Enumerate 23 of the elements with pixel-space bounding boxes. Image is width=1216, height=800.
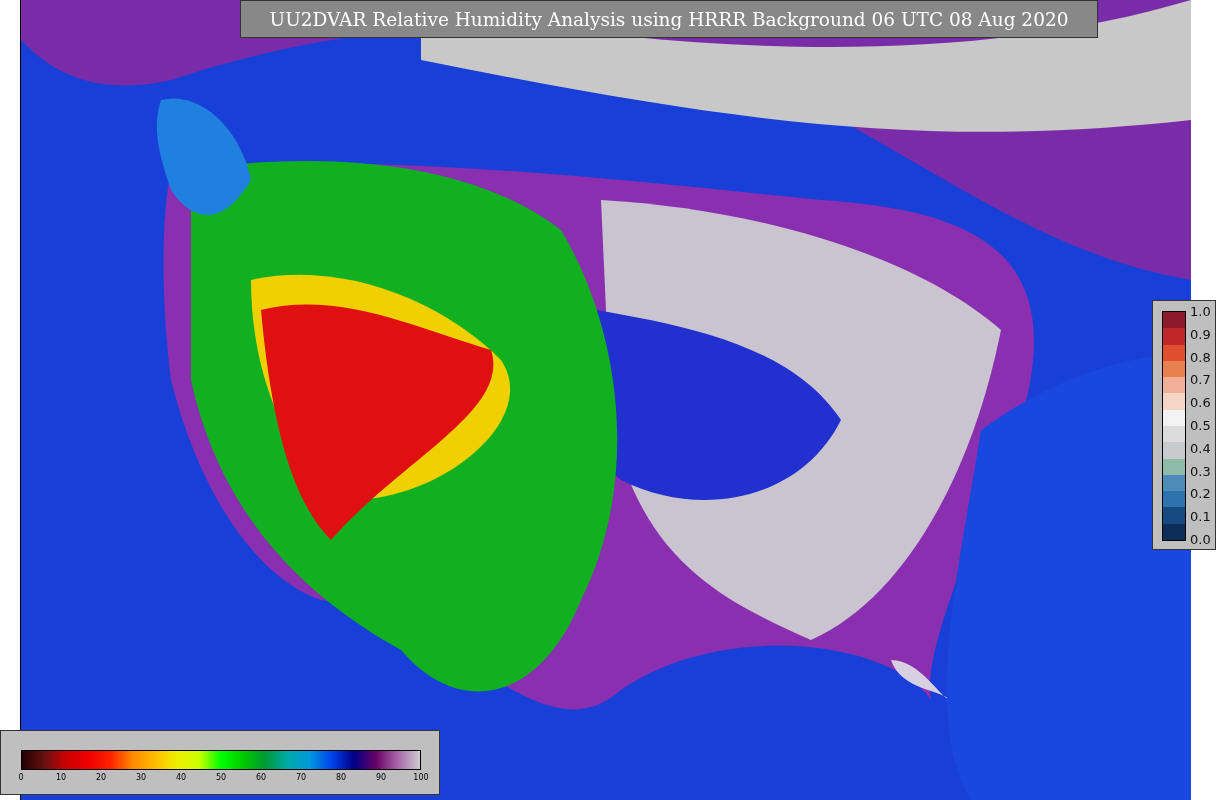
tick-label: 1.0 [1190, 305, 1211, 319]
tick-label: 20 [95, 773, 107, 782]
tick-label: 70 [295, 773, 307, 782]
tick-label: 50 [215, 773, 227, 782]
tick-label: 0.9 [1190, 327, 1211, 342]
map-title: UU2DVAR Relative Humidity Analysis using HRRR Background 06 UTC 08 Aug 2020 [240, 0, 1098, 38]
tick-label: 0 [18, 773, 24, 782]
tick-label: 0.4 [1190, 441, 1211, 456]
tick-label: 0.2 [1190, 487, 1211, 502]
tick-label: 0.0 [1190, 532, 1211, 547]
tick-label: 0.6 [1190, 396, 1211, 411]
tick-label: 10 [55, 773, 67, 782]
tick-label: 0.3 [1190, 464, 1211, 479]
tick-label: 0.1 [1190, 510, 1211, 525]
tick-label: 0.8 [1190, 350, 1211, 365]
tick-label: 80 [335, 773, 347, 782]
tick-label: 0.7 [1190, 373, 1211, 388]
tick-label: 90 [375, 773, 387, 782]
tick-label: 40 [175, 773, 187, 782]
tick-label: 0.5 [1190, 419, 1211, 433]
tick-label: 30 [135, 773, 147, 782]
tick-label: 60 [255, 773, 267, 782]
tick-label: 100 [413, 773, 429, 782]
